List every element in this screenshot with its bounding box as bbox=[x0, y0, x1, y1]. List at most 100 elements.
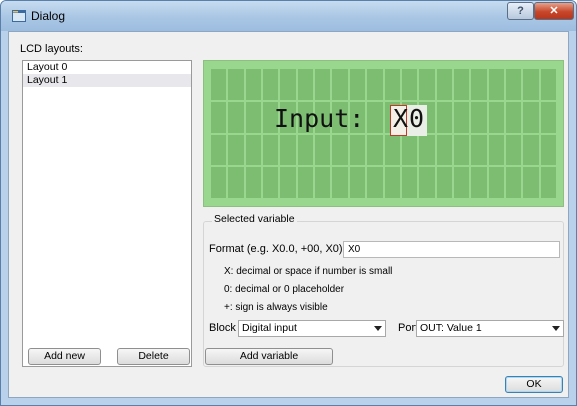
lcd-cell bbox=[488, 69, 504, 100]
lcd-cell bbox=[332, 167, 348, 198]
lcd-cell bbox=[453, 134, 470, 166]
lcd-cell bbox=[349, 69, 366, 100]
lcd-cell bbox=[471, 101, 487, 133]
lcd-cell bbox=[488, 167, 504, 198]
lcd-cell bbox=[523, 101, 539, 133]
lcd-character-grid bbox=[211, 69, 556, 198]
chevron-down-icon bbox=[374, 326, 382, 331]
window-title: Dialog bbox=[31, 9, 66, 23]
lcd-cell bbox=[453, 69, 470, 100]
lcd-cell bbox=[280, 69, 296, 100]
selected-variable-title: Selected variable bbox=[212, 213, 297, 225]
lcd-cell bbox=[401, 134, 418, 166]
lcd-cell bbox=[211, 167, 227, 198]
dialog-window: Dialog ? ✕ LCD layouts: Layout 0 Layout … bbox=[0, 0, 577, 406]
lcd-cell bbox=[349, 134, 366, 166]
lcd-cell bbox=[297, 134, 314, 166]
lcd-cell bbox=[471, 167, 487, 198]
lcd-cell bbox=[245, 134, 262, 166]
list-item[interactable]: Layout 0 bbox=[23, 61, 191, 74]
close-icon: ✕ bbox=[549, 5, 559, 17]
lcd-after-cursor-char: 0 bbox=[409, 104, 425, 133]
format-field[interactable]: X0 bbox=[343, 241, 560, 258]
lcd-cell bbox=[436, 167, 452, 198]
delete-button[interactable]: Delete bbox=[117, 348, 190, 365]
lcd-cell bbox=[540, 134, 556, 166]
lcd-cell bbox=[505, 167, 522, 198]
lcd-cell bbox=[245, 101, 262, 133]
block-select[interactable]: Digital input bbox=[238, 320, 386, 337]
chevron-down-icon bbox=[552, 326, 560, 331]
help-button[interactable]: ? bbox=[507, 2, 534, 20]
lcd-cell bbox=[297, 69, 314, 100]
lcd-cell bbox=[315, 69, 331, 100]
lcd-cell bbox=[436, 101, 452, 133]
add-new-button[interactable]: Add new bbox=[28, 348, 101, 365]
lcd-cell bbox=[280, 167, 296, 198]
lcd-preview[interactable] bbox=[203, 60, 564, 207]
lcd-cell bbox=[228, 167, 244, 198]
format-label: Format (e.g. X0.0, +00, X0) bbox=[209, 243, 343, 255]
lcd-cell bbox=[540, 101, 556, 133]
lcd-cell bbox=[315, 167, 331, 198]
lcd-cell bbox=[401, 167, 418, 198]
block-select-value: Digital input bbox=[242, 322, 297, 334]
lcd-cell bbox=[280, 134, 296, 166]
lcd-cell bbox=[505, 69, 522, 100]
lcd-cell bbox=[297, 167, 314, 198]
lcd-cell bbox=[245, 167, 262, 198]
add-variable-button[interactable]: Add variable bbox=[205, 348, 333, 365]
lcd-cell bbox=[384, 134, 400, 166]
lcd-cell bbox=[228, 134, 244, 166]
lcd-cell bbox=[349, 167, 366, 198]
lcd-cell bbox=[401, 69, 418, 100]
layouts-list[interactable]: Layout 0 Layout 1 bbox=[22, 60, 192, 367]
dialog-client-area: LCD layouts: Layout 0 Layout 1 Input: X … bbox=[8, 31, 569, 398]
ok-button[interactable]: OK bbox=[505, 376, 563, 393]
port-select[interactable]: OUT: Value 1 bbox=[416, 320, 564, 337]
lcd-cell bbox=[211, 101, 227, 133]
lcd-cell bbox=[263, 167, 279, 198]
port-select-value: OUT: Value 1 bbox=[420, 322, 482, 334]
help-icon: ? bbox=[517, 5, 524, 17]
lcd-cell bbox=[540, 167, 556, 198]
lcd-cell bbox=[228, 101, 244, 133]
lcd-cell bbox=[523, 69, 539, 100]
lcd-cell bbox=[488, 101, 504, 133]
lcd-cell bbox=[488, 134, 504, 166]
lcd-cell bbox=[315, 134, 331, 166]
app-window-icon bbox=[12, 10, 26, 22]
lcd-cell bbox=[505, 101, 522, 133]
lcd-cell bbox=[523, 167, 539, 198]
list-item[interactable]: Layout 1 bbox=[23, 74, 191, 87]
format-hint: X: decimal or space if number is small bbox=[224, 266, 393, 277]
lcd-text-line: Input: bbox=[274, 104, 380, 133]
lcd-cell bbox=[540, 69, 556, 100]
lcd-cell bbox=[211, 134, 227, 166]
lcd-cell bbox=[245, 69, 262, 100]
lcd-cell bbox=[384, 167, 400, 198]
lcd-layouts-label: LCD layouts: bbox=[20, 43, 83, 55]
lcd-cell bbox=[505, 134, 522, 166]
close-button[interactable]: ✕ bbox=[534, 2, 574, 20]
lcd-cell bbox=[471, 69, 487, 100]
lcd-cell bbox=[419, 69, 435, 100]
lcd-cell bbox=[471, 134, 487, 166]
lcd-cell bbox=[228, 69, 244, 100]
lcd-cell bbox=[332, 69, 348, 100]
lcd-cell bbox=[367, 69, 383, 100]
lcd-cell bbox=[453, 167, 470, 198]
lcd-cell bbox=[523, 134, 539, 166]
lcd-cell bbox=[419, 167, 435, 198]
lcd-cell bbox=[419, 134, 435, 166]
lcd-cursor-char: X bbox=[393, 104, 409, 133]
lcd-cell bbox=[384, 69, 400, 100]
lcd-cell bbox=[263, 134, 279, 166]
lcd-cell bbox=[332, 134, 348, 166]
lcd-cell bbox=[367, 167, 383, 198]
lcd-cell bbox=[263, 69, 279, 100]
lcd-cell bbox=[436, 69, 452, 100]
title-bar[interactable]: Dialog ? ✕ bbox=[1, 1, 576, 31]
lcd-cell bbox=[453, 101, 470, 133]
lcd-cell bbox=[436, 134, 452, 166]
